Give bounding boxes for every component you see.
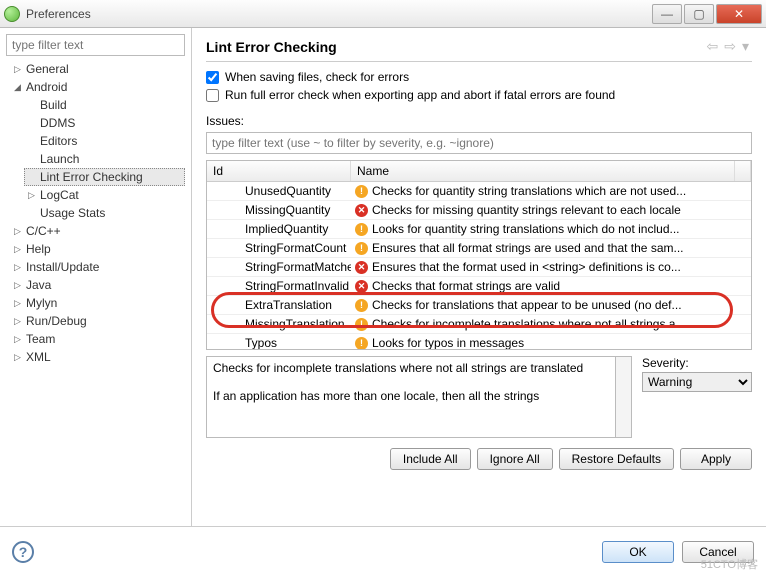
table-row[interactable]: MissingQuantity✕Checks for missing quant… <box>207 201 751 220</box>
table-row[interactable]: ExtraTranslation!Checks for translations… <box>207 296 751 315</box>
issues-table[interactable]: Id Name UnusedQuantity!Checks for quanti… <box>206 160 752 350</box>
tree-item-java[interactable]: ▷Java <box>10 276 185 294</box>
issues-filter-input[interactable] <box>206 132 752 154</box>
table-row[interactable]: StringFormatMatches✕Ensures that the for… <box>207 258 751 277</box>
warning-icon: ! <box>355 299 368 312</box>
tree-item-run-debug[interactable]: ▷Run/Debug <box>10 312 185 330</box>
tree-item-mylyn[interactable]: ▷Mylyn <box>10 294 185 312</box>
tree-item-ddms[interactable]: DDMS <box>24 114 185 132</box>
expand-icon[interactable]: ▷ <box>14 352 24 363</box>
tree-filter-input[interactable] <box>6 34 185 56</box>
table-row[interactable]: ImpliedQuantity!Looks for quantity strin… <box>207 220 751 239</box>
issues-label: Issues: <box>206 114 752 128</box>
expand-icon[interactable]: ▷ <box>14 298 24 309</box>
titlebar: Preferences — ▢ ✕ <box>0 0 766 28</box>
table-row[interactable]: Typos!Looks for typos in messages <box>207 334 751 350</box>
help-icon[interactable]: ? <box>12 541 34 563</box>
expand-icon[interactable]: ▷ <box>28 190 38 201</box>
back-icon[interactable]: ⇦ <box>707 38 719 55</box>
minimize-button[interactable]: — <box>652 4 682 24</box>
apply-button[interactable]: Apply <box>680 448 752 470</box>
tree-item-team[interactable]: ▷Team <box>10 330 185 348</box>
check-on-export-box[interactable] <box>206 89 219 102</box>
column-name[interactable]: Name <box>351 161 735 181</box>
menu-icon[interactable]: ▾ <box>742 38 749 55</box>
tree-item-usage-stats[interactable]: Usage Stats <box>24 204 185 222</box>
window-title: Preferences <box>26 7 650 21</box>
tree-item-xml[interactable]: ▷XML <box>10 348 185 366</box>
include-all-button[interactable]: Include All <box>390 448 471 470</box>
column-id[interactable]: Id <box>207 161 351 181</box>
table-row[interactable]: UnusedQuantity!Checks for quantity strin… <box>207 182 751 201</box>
check-on-save[interactable]: When saving files, check for errors <box>206 70 752 84</box>
footer: ? OK Cancel <box>0 526 766 576</box>
warning-icon: ! <box>355 318 368 331</box>
warning-icon: ! <box>355 337 368 350</box>
ok-button[interactable]: OK <box>602 541 674 563</box>
tree-item-general[interactable]: ▷General <box>10 60 185 78</box>
severity-select[interactable]: Warning <box>642 372 752 392</box>
sidebar: ▷General◢AndroidBuildDDMSEditorsLaunchLi… <box>0 28 192 526</box>
scroll-header <box>735 161 751 181</box>
tree-item-build[interactable]: Build <box>24 96 185 114</box>
expand-icon[interactable]: ▷ <box>14 262 24 273</box>
expand-icon[interactable]: ▷ <box>14 280 24 291</box>
restore-defaults-button[interactable]: Restore Defaults <box>559 448 674 470</box>
preference-tree[interactable]: ▷General◢AndroidBuildDDMSEditorsLaunchLi… <box>6 60 185 366</box>
warning-icon: ! <box>355 185 368 198</box>
severity-label: Severity: <box>642 356 752 370</box>
close-button[interactable]: ✕ <box>716 4 762 24</box>
error-icon: ✕ <box>355 204 368 217</box>
expand-icon[interactable]: ▷ <box>14 64 24 75</box>
table-row[interactable]: MissingTranslation!Checks for incomplete… <box>207 315 751 334</box>
expand-icon[interactable]: ▷ <box>14 334 24 345</box>
tree-item-launch[interactable]: Launch <box>24 150 185 168</box>
page-title: Lint Error Checking <box>206 39 704 55</box>
tree-item-lint-error-checking[interactable]: Lint Error Checking <box>24 168 185 186</box>
tree-item-editors[interactable]: Editors <box>24 132 185 150</box>
tree-item-android[interactable]: ◢Android <box>10 78 185 96</box>
warning-icon: ! <box>355 242 368 255</box>
error-icon: ✕ <box>355 280 368 293</box>
warning-icon: ! <box>355 223 368 236</box>
expand-icon[interactable]: ◢ <box>14 82 24 93</box>
table-row[interactable]: StringFormatInvalid✕Checks that format s… <box>207 277 751 296</box>
content-pane: Lint Error Checking ⇦ ⇨ ▾ When saving fi… <box>192 28 766 526</box>
app-icon <box>4 6 20 22</box>
maximize-button[interactable]: ▢ <box>684 4 714 24</box>
expand-icon[interactable]: ▷ <box>14 226 24 237</box>
description-scrollbar[interactable] <box>616 356 632 438</box>
forward-icon[interactable]: ⇨ <box>724 38 736 55</box>
expand-icon[interactable]: ▷ <box>14 244 24 255</box>
description-box: Checks for incomplete translations where… <box>206 356 616 438</box>
check-on-export[interactable]: Run full error check when exporting app … <box>206 88 752 102</box>
tree-item-c-c-[interactable]: ▷C/C++ <box>10 222 185 240</box>
watermark: 51CTO博客 <box>701 556 758 572</box>
table-row[interactable]: StringFormatCount!Ensures that all forma… <box>207 239 751 258</box>
expand-icon[interactable]: ▷ <box>14 316 24 327</box>
ignore-all-button[interactable]: Ignore All <box>477 448 553 470</box>
tree-item-install-update[interactable]: ▷Install/Update <box>10 258 185 276</box>
tree-item-logcat[interactable]: ▷LogCat <box>24 186 185 204</box>
check-on-save-box[interactable] <box>206 71 219 84</box>
tree-item-help[interactable]: ▷Help <box>10 240 185 258</box>
error-icon: ✕ <box>355 261 368 274</box>
